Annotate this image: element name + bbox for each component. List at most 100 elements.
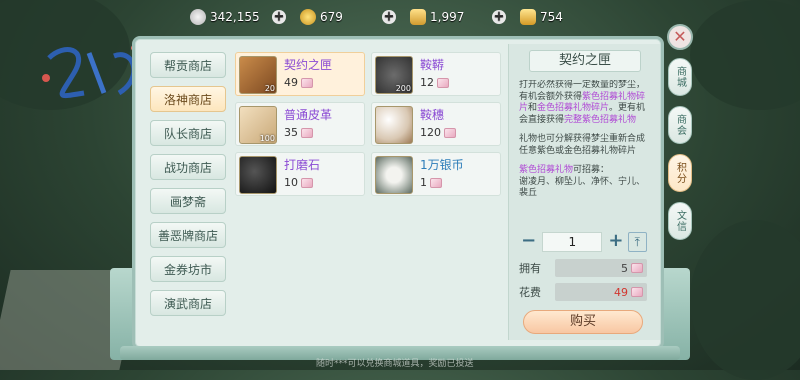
price-value: 120 (420, 126, 441, 139)
nav-item-label: 洛神商店 (163, 92, 212, 107)
detail-description: 打开必然获得一定数量的梦尘，有机会额外获得紫色招募礼物碎片和金色招募礼物碎片。更… (519, 80, 653, 220)
background-tree (690, 220, 800, 380)
saddle-icon: 200 (375, 56, 413, 94)
nav-item-luoshen-shop[interactable]: 洛神商店 (150, 86, 226, 112)
price-value: 1 (420, 176, 427, 189)
tab-label: 积分 (674, 162, 686, 184)
gold-coin-icon (300, 9, 316, 25)
item-card-silver-coin[interactable]: 1万银币 1 (371, 152, 501, 196)
item-name: 鞍鞯 (420, 58, 445, 72)
nav-item-label: 队长商店 (163, 126, 212, 141)
item-price: 35 (284, 126, 313, 139)
owned-value: 5 (621, 261, 628, 275)
owned-value-box: 5 (555, 259, 647, 277)
item-price: 49 (284, 76, 313, 89)
gold-ingot-icon (410, 9, 426, 25)
item-price: 10 (284, 176, 313, 189)
jade-currency-icon (437, 77, 449, 88)
nav-item-captain-shop[interactable]: 队长商店 (150, 120, 226, 146)
desc-highlight: 紫色招募礼物 (519, 165, 574, 175)
currency-silver: 342,155 + (190, 6, 286, 28)
currency-ingot: 1,997 + (410, 6, 506, 28)
jade-currency-icon (430, 177, 442, 188)
item-count: 200 (395, 84, 411, 93)
item-name: 鞍穗 (420, 108, 445, 122)
nav-item-label: 帮贡商店 (163, 58, 212, 73)
nav-item-martial-shop[interactable]: 演武商店 (150, 290, 226, 316)
item-name: 打磨石 (284, 158, 321, 172)
currency-bar: 342,155 + 679 + 1,997 + 754 (190, 6, 616, 28)
decrease-button[interactable]: − (519, 232, 538, 252)
tab-label: 商城 (674, 66, 686, 88)
leather-icon: 100 (239, 106, 277, 144)
silver-coin-icon (375, 156, 413, 194)
cost-value: 49 (614, 285, 628, 299)
silver-amount: 342,155 (210, 10, 260, 24)
item-name: 1万银币 (420, 158, 464, 172)
nav-item-label: 画梦斋 (169, 194, 206, 209)
item-card-tassel[interactable]: 鞍穗 120 (371, 102, 501, 146)
currency-ingot-stack: 754 (520, 6, 602, 28)
desc-paragraph: 谢凌月、柳坠儿、净怀、宁儿、裴丘 (519, 176, 646, 199)
cost-value-box: 49 (555, 283, 647, 301)
close-button[interactable]: ✕ (667, 24, 693, 50)
nav-item-label: 善恶牌商店 (157, 228, 218, 243)
cost-label: 花费 (519, 286, 541, 299)
nav-item-karma-shop[interactable]: 善恶牌商店 (150, 222, 226, 248)
nav-item-label: 战功商店 (163, 160, 212, 175)
item-card-leather[interactable]: 100 普通皮革 35 (235, 102, 365, 146)
item-card-saddle[interactable]: 200 鞍鞯 12 (371, 52, 501, 96)
buy-button[interactable]: 购买 (523, 310, 643, 334)
item-card-whetstone[interactable]: 打磨石 10 (235, 152, 365, 196)
desc-highlight: 完整紫色招募礼物 (564, 114, 637, 125)
detail-title: 契约之匣 (529, 50, 641, 72)
jade-currency-icon (301, 177, 313, 188)
desc-text: 可招募： (573, 165, 610, 175)
desc-highlight: 金色招募礼物碎片 (537, 103, 610, 113)
item-count: 100 (259, 134, 275, 143)
background-tree (690, 0, 800, 110)
increase-button[interactable]: + (606, 232, 625, 252)
tab-chamber[interactable]: 商会 (668, 106, 692, 144)
desc-paragraph: 紫色招募礼物可招募： (519, 165, 653, 177)
item-price: 1 (420, 176, 442, 189)
nav-item-merit-shop[interactable]: 战功商店 (150, 154, 226, 180)
tassel-icon (375, 106, 413, 144)
item-name: 契约之匣 (284, 58, 333, 72)
desc-paragraph: 礼物也可分解获得梦尘重新合成任意紫色或金色招募礼物碎片 (519, 134, 646, 156)
gold-amount: 679 (320, 10, 343, 24)
nav-item-guild-shop[interactable]: 帮贡商店 (150, 52, 226, 78)
price-value: 12 (420, 76, 434, 89)
tab-letters[interactable]: 文信 (668, 202, 692, 240)
ingot-amount: 1,997 (430, 10, 465, 24)
price-value: 35 (284, 126, 298, 139)
add-gold-button[interactable]: + (382, 10, 396, 24)
nav-item-dream-studio[interactable]: 画梦斋 (150, 188, 226, 214)
item-card-contract-box[interactable]: 20 契约之匣 49 (235, 52, 365, 96)
tab-label: 商会 (674, 114, 686, 136)
item-name: 普通皮革 (284, 108, 333, 122)
cost-row: 花费 49 (519, 282, 647, 302)
tab-mall[interactable]: 商城 (668, 58, 692, 96)
item-count: 20 (264, 84, 275, 93)
system-message: 随时***可以兑换商城道具，奖励已投送 (316, 359, 474, 369)
item-price: 120 (420, 126, 456, 139)
ingot-stack-amount: 754 (540, 10, 563, 24)
nav-item-voucher-market[interactable]: 金券坊市 (150, 256, 226, 282)
jade-currency-icon (631, 287, 643, 297)
silver-coin-icon (190, 9, 206, 25)
tab-label: 文信 (674, 210, 686, 232)
nav-item-label: 金券坊市 (163, 262, 212, 277)
tab-points[interactable]: 积分 (668, 154, 692, 192)
quantity-stepper: − 1 + ⤒ (519, 231, 648, 253)
desc-paragraph: 打开必然获得一定数量的梦尘，有机会额外获得紫色招募礼物碎片和金色招募礼物碎片。更… (519, 80, 653, 126)
item-detail-panel: 契约之匣 打开必然获得一定数量的梦尘，有机会额外获得紫色招募礼物碎片和金色招募礼… (508, 44, 660, 340)
item-price: 12 (420, 76, 449, 89)
price-value: 49 (284, 76, 298, 89)
add-ingot-button[interactable]: + (492, 10, 506, 24)
max-quantity-button[interactable]: ⤒ (627, 232, 648, 252)
jade-currency-icon (301, 127, 313, 138)
price-value: 10 (284, 176, 298, 189)
quantity-input[interactable]: 1 (542, 232, 603, 252)
add-silver-button[interactable]: + (272, 10, 286, 24)
